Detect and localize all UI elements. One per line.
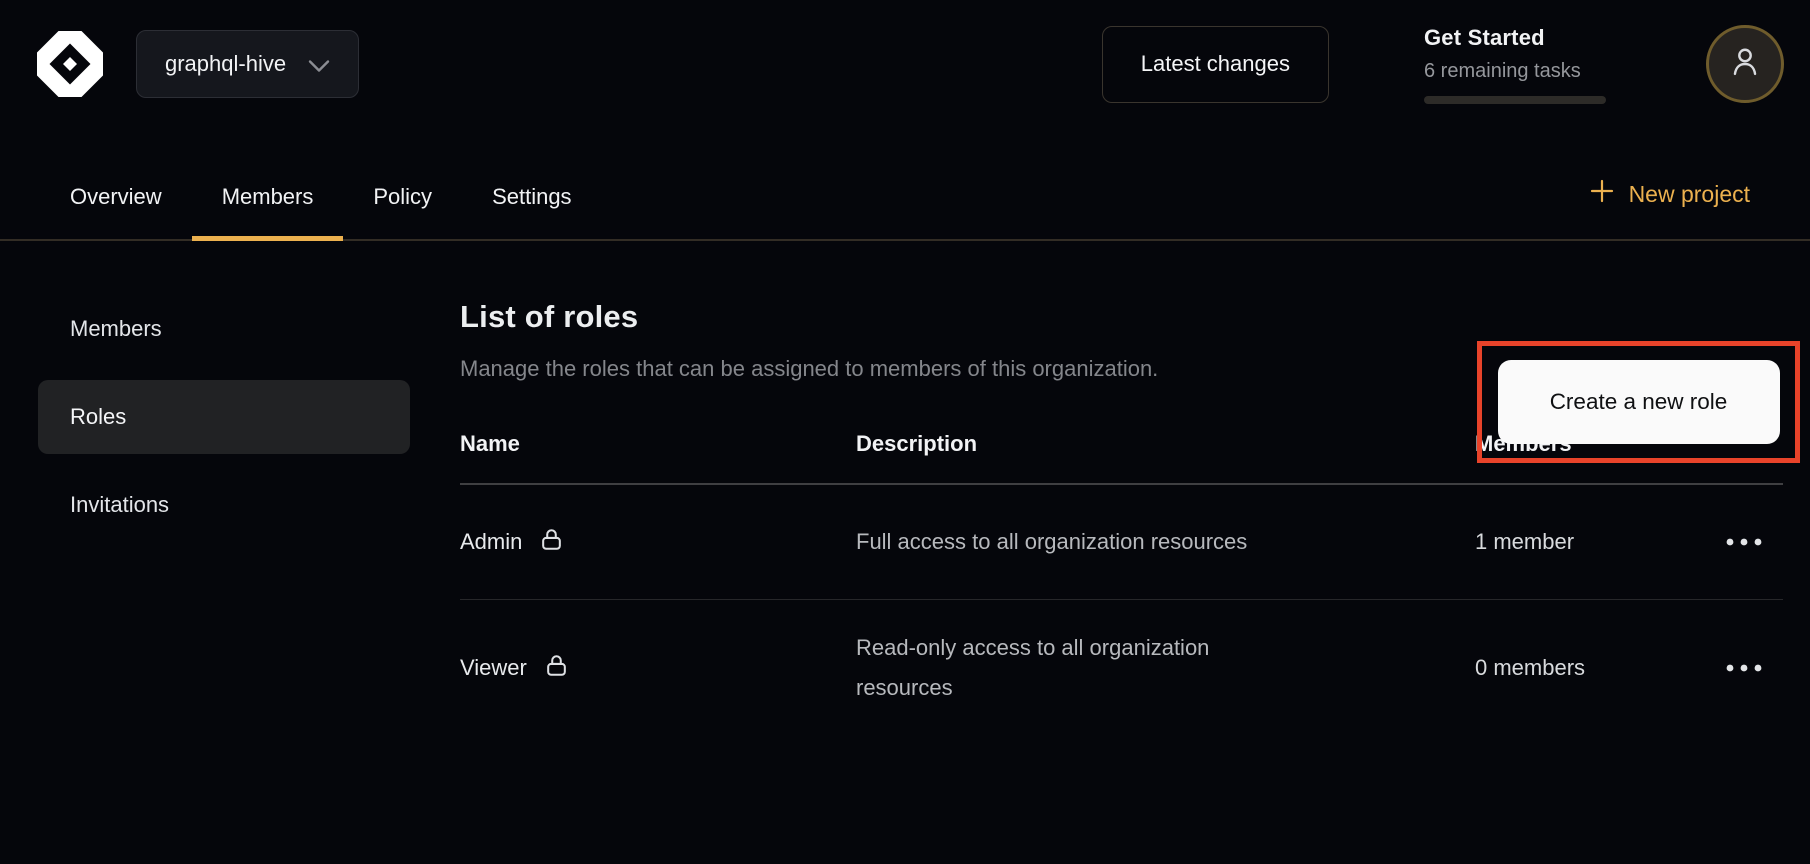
role-description: Full access to all organization resource… xyxy=(856,522,1256,562)
row-actions-menu-button[interactable] xyxy=(1719,525,1769,560)
column-header-name: Name xyxy=(460,431,856,457)
column-header-description: Description xyxy=(856,431,1475,457)
chevron-down-icon xyxy=(308,53,330,79)
get-started-subtitle: 6 remaining tasks xyxy=(1424,60,1606,83)
latest-changes-button[interactable]: Latest changes xyxy=(1102,26,1329,103)
org-selector[interactable]: graphql-hive xyxy=(136,30,359,98)
table-row: Viewer Read-only access to all organizat… xyxy=(460,600,1783,736)
hive-logo-icon[interactable] xyxy=(35,29,105,99)
user-avatar[interactable] xyxy=(1706,25,1784,103)
lock-icon xyxy=(543,652,570,685)
row-actions-menu-button[interactable] xyxy=(1719,651,1769,686)
tab-members[interactable]: Members xyxy=(192,184,344,239)
get-started-widget[interactable]: Get Started 6 remaining tasks xyxy=(1424,25,1606,104)
org-tab-bar: Overview Members Policy Settings New pro… xyxy=(0,128,1810,241)
org-selector-label: graphql-hive xyxy=(165,51,286,77)
tab-settings[interactable]: Settings xyxy=(462,184,602,239)
role-name: Admin xyxy=(460,529,522,555)
sidebar-item-roles[interactable]: Roles xyxy=(38,380,410,454)
role-description: Read-only access to all organization res… xyxy=(856,628,1256,708)
page-title: List of roles xyxy=(460,299,1783,335)
plus-icon xyxy=(1589,178,1615,210)
roles-table: Name Description Members Admin Full acce… xyxy=(460,420,1783,736)
new-project-label: New project xyxy=(1629,181,1750,208)
annotation-highlight-rectangle: Create a new role xyxy=(1477,341,1800,463)
tab-overview[interactable]: Overview xyxy=(40,184,192,239)
role-members-count: 0 members xyxy=(1475,655,1705,681)
person-icon xyxy=(1727,43,1763,85)
role-name: Viewer xyxy=(460,655,527,681)
ellipsis-icon xyxy=(1725,661,1763,676)
top-bar: graphql-hive Latest changes Get Started … xyxy=(0,0,1810,128)
table-row: Admin Full access to all organization re… xyxy=(460,485,1783,600)
roles-panel: List of roles Manage the roles that can … xyxy=(460,292,1783,736)
sidebar-item-members[interactable]: Members xyxy=(38,292,410,366)
sidebar-item-invitations[interactable]: Invitations xyxy=(38,468,410,542)
ellipsis-icon xyxy=(1725,535,1763,550)
role-members-count: 1 member xyxy=(1475,529,1705,555)
tab-policy[interactable]: Policy xyxy=(343,184,462,239)
new-project-button[interactable]: New project xyxy=(1589,178,1750,239)
get-started-progress-bar xyxy=(1424,96,1606,104)
lock-icon xyxy=(538,526,565,559)
get-started-title: Get Started xyxy=(1424,25,1606,51)
members-side-nav: Members Roles Invitations xyxy=(38,292,410,556)
content-area: Members Roles Invitations List of roles … xyxy=(0,241,1810,736)
create-role-button[interactable]: Create a new role xyxy=(1498,360,1780,444)
